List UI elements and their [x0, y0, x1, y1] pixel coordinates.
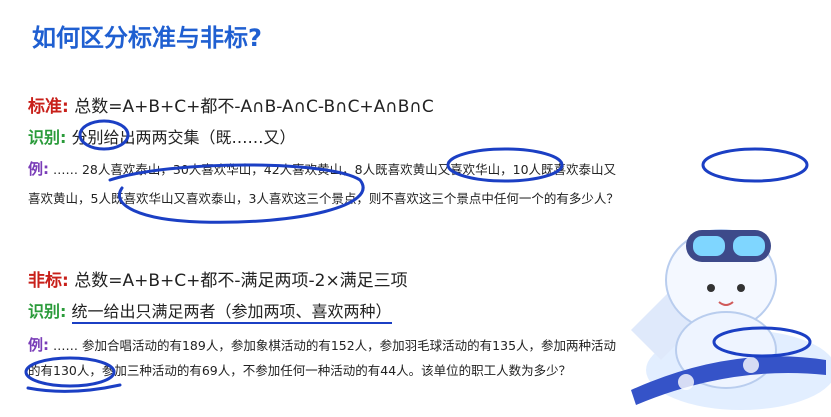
- underline-annotation: [26, 383, 122, 393]
- nonstandard-example-line1: …… 参加合唱活动的有189人，参加象棋活动的有152人，参加羽毛球活动的有13…: [52, 338, 617, 353]
- nonstandard-example-label: 例:: [28, 336, 49, 354]
- nonstandard-formula-row: 非标: 总数=A+B+C+都不-满足两项-2×满足三项: [28, 266, 408, 291]
- standard-example-row: 例: …… 28人喜欢泰山，30人喜欢华山，42人喜欢黄山，8人既喜欢黄山又喜欢…: [28, 158, 616, 179]
- standard-identify-label: 识别:: [28, 128, 67, 147]
- nonstandard-identify-row: 识别: 统一给出只满足两者（参加两项、喜欢两种）: [28, 298, 392, 324]
- standard-identify-text: 分别给出两两交集（既……又）: [71, 128, 296, 147]
- page-title: 如何区分标准与非标?: [32, 24, 262, 52]
- nonstandard-label: 非标:: [28, 271, 69, 291]
- nonstandard-formula: 总数=A+B+C+都不-满足两项-2×满足三项: [74, 271, 408, 291]
- nonstandard-identify-label: 识别:: [28, 302, 67, 321]
- standard-example-label: 例:: [28, 160, 49, 178]
- standard-formula: 总数=A+B+C+都不-A∩B-A∩C-B∩C+A∩B∩C: [74, 97, 434, 117]
- nonstandard-example-line2: 的有130人，参加三种活动的有69人，不参加任何一种活动的有44人。该单位的职工…: [28, 363, 572, 378]
- standard-label: 标准:: [28, 97, 69, 117]
- standard-identify-row: 识别: 分别给出两两交集（既……又）: [28, 124, 296, 148]
- snowboard-mascot-icon: [631, 229, 831, 410]
- nonstandard-example-row: 例: …… 参加合唱活动的有189人，参加象棋活动的有152人，参加羽毛球活动的…: [28, 334, 616, 355]
- nonstandard-identify-text: 统一给出只满足两者（参加两项、喜欢两种）: [71, 302, 392, 324]
- standard-example-line1: …… 28人喜欢泰山，30人喜欢华山，42人喜欢黄山，8人既喜欢黄山又喜欢华山，…: [52, 162, 617, 177]
- standard-example-line2: 喜欢黄山，5人既喜欢华山又喜欢泰山，3人喜欢这三个景点，则不喜欢这三个景点中任何…: [28, 191, 619, 206]
- standard-formula-row: 标准: 总数=A+B+C+都不-A∩B-A∩C-B∩C+A∩B∩C: [28, 92, 434, 117]
